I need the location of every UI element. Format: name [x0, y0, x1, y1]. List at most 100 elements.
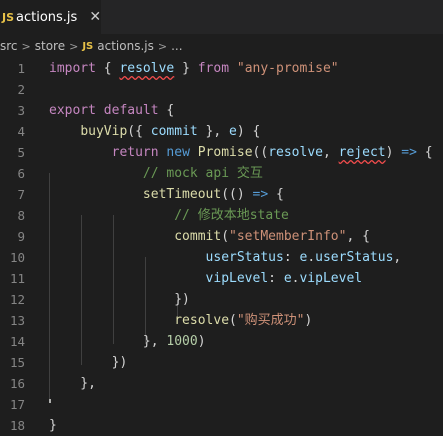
- code-token: return: [111, 145, 159, 160]
- code-token: ((): [221, 187, 253, 202]
- tab-actions-js[interactable]: JS actions.js ✕: [0, 0, 101, 34]
- line-number: 3: [17, 103, 25, 118]
- code-line[interactable]: 6 // mock api 交互: [0, 163, 443, 184]
- code-token: ): [197, 334, 206, 349]
- code-token: default: [103, 103, 159, 118]
- code-line[interactable]: 10 userStatus: e.userStatus,: [0, 247, 443, 268]
- line-number: 12: [9, 292, 25, 307]
- breadcrumb-src[interactable]: src: [0, 39, 18, 53]
- line-number: 18: [9, 418, 25, 433]
- code-text: // 修改本地state: [49, 205, 289, 226]
- code-token: }: [49, 418, 57, 433]
- code-token: new: [166, 145, 190, 160]
- code-token: {: [158, 103, 175, 118]
- code-line[interactable]: 17: [0, 394, 443, 415]
- code-text: export default {: [49, 100, 174, 121]
- code-line[interactable]: 3 export default {: [0, 100, 443, 121]
- code-token: vipLevel: [205, 271, 269, 286]
- code-text: import { resolve } from "any-promise": [49, 58, 339, 79]
- code-line[interactable]: 5 return new Promise((resolve, reject) =…: [0, 142, 443, 163]
- breadcrumb-symbols[interactable]: ...: [171, 39, 182, 53]
- code-token: ) {: [236, 124, 261, 139]
- code-token: commit: [150, 124, 198, 139]
- code-line[interactable]: 2: [0, 79, 443, 100]
- code-editor[interactable]: 1 import { resolve } from "any-promise" 2 3…: [0, 58, 443, 433]
- code-line[interactable]: 8 // 修改本地state: [0, 205, 443, 226]
- line-number: 9: [17, 229, 25, 244]
- line-number: 15: [9, 355, 25, 370]
- close-icon[interactable]: ✕: [89, 9, 101, 25]
- code-line[interactable]: 18}: [0, 415, 443, 436]
- code-token: (: [221, 229, 230, 244]
- code-token: ): [304, 313, 313, 328]
- code-line[interactable]: 12 }): [0, 289, 443, 310]
- code-token: ): [385, 145, 402, 160]
- code-line[interactable]: 14 }, 1000): [0, 331, 443, 352]
- code-token: vipLevel: [299, 271, 363, 286]
- code-token: "setMemberInfo": [229, 229, 347, 244]
- code-token: {: [416, 145, 433, 160]
- code-token: (: [229, 313, 237, 328]
- code-line[interactable]: 13 resolve("购买成功"): [0, 310, 443, 331]
- code-token: ,: [393, 250, 402, 265]
- code-token: "any-promise": [236, 61, 339, 76]
- code-token: ((: [252, 145, 269, 160]
- chevron-right-icon: >: [69, 39, 79, 53]
- breadcrumb: src > store > JS actions.js > ...: [0, 34, 443, 58]
- code-token: =>: [252, 187, 269, 202]
- code-token: {: [95, 61, 120, 76]
- code-token: e: [283, 271, 292, 286]
- code-line[interactable]: 9 commit("setMemberInfo", {: [0, 226, 443, 247]
- code-line[interactable]: 11 vipLevel: e.vipLevel: [0, 268, 443, 289]
- code-line[interactable]: 7 setTimeout(() => {: [0, 184, 443, 205]
- code-token: ,: [322, 145, 339, 160]
- code-token: :: [268, 271, 284, 286]
- code-line[interactable]: 1 import { resolve } from "any-promise": [0, 58, 443, 79]
- code-line[interactable]: 4 buyVip({ commit }, e) {: [0, 121, 443, 142]
- code-token: , {: [346, 229, 370, 244]
- code-token: // 修改本地state: [174, 208, 289, 223]
- code-token: =>: [401, 145, 417, 160]
- code-token: setTimeout: [142, 187, 222, 202]
- code-text: resolve("购买成功"): [49, 310, 312, 331]
- code-token: resolve: [268, 145, 323, 160]
- code-token: {: [268, 187, 284, 202]
- code-text: userStatus: e.userStatus,: [49, 247, 402, 268]
- line-number: 14: [9, 334, 25, 349]
- code-line[interactable]: 16 },: [0, 373, 443, 394]
- chevron-right-icon: >: [21, 39, 31, 53]
- code-token: resolve: [119, 61, 175, 76]
- code-text: buyVip({ commit }, e) {: [49, 121, 260, 142]
- code-text: // mock api 交互: [49, 163, 263, 184]
- code-token: }: [174, 61, 198, 76]
- tab-title: actions.js: [16, 9, 78, 25]
- code-token: e: [229, 124, 237, 139]
- code-token: resolve: [174, 313, 230, 328]
- breadcrumb-file[interactable]: actions.js: [97, 39, 154, 53]
- code-token: Promise: [197, 145, 253, 160]
- line-number: 13: [9, 313, 25, 328]
- code-text: setTimeout(() => {: [49, 184, 284, 205]
- code-token: buyVip: [80, 124, 128, 139]
- code-token: userStatus: [315, 250, 394, 265]
- code-token: },: [49, 376, 96, 391]
- code-text: }): [49, 289, 190, 310]
- code-text: vipLevel: e.vipLevel: [49, 268, 363, 289]
- breadcrumb-store[interactable]: store: [35, 39, 65, 53]
- chevron-right-icon: >: [157, 39, 168, 53]
- line-number: 11: [9, 271, 25, 286]
- code-token: userStatus: [205, 250, 284, 265]
- code-line[interactable]: 15 }): [0, 352, 443, 373]
- line-number: 1: [17, 61, 25, 76]
- js-file-icon: JS: [82, 40, 94, 52]
- code-token: reject: [338, 145, 386, 160]
- line-number: 2: [17, 82, 25, 97]
